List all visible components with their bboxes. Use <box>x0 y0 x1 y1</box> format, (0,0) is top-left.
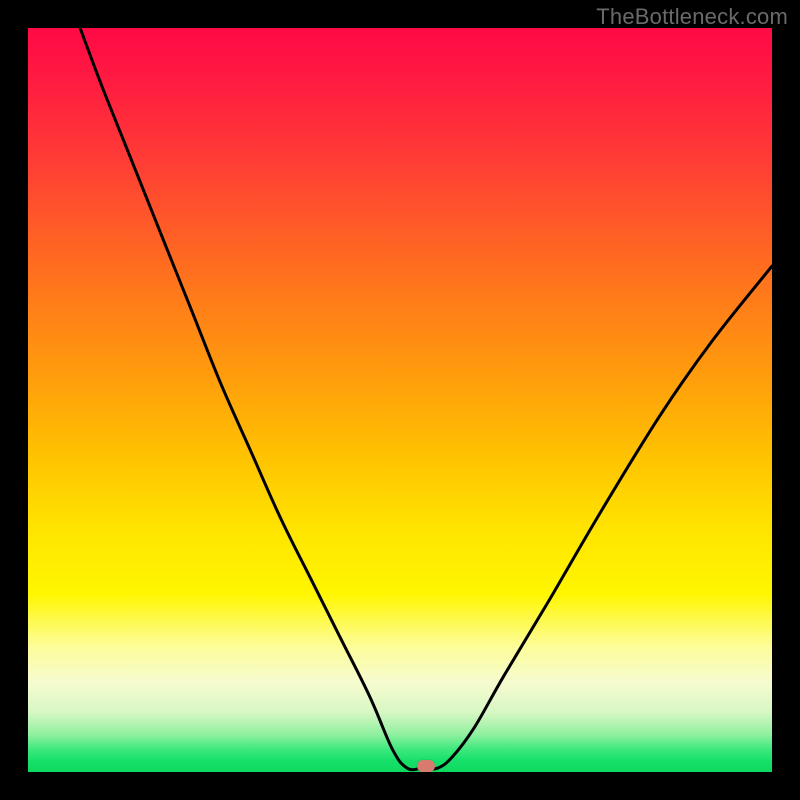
plot-area <box>28 28 772 772</box>
bottleneck-curve <box>80 28 772 770</box>
chart-frame: TheBottleneck.com <box>0 0 800 800</box>
watermark-text: TheBottleneck.com <box>596 4 788 30</box>
curve-svg <box>28 28 772 772</box>
minimum-marker <box>417 760 435 772</box>
